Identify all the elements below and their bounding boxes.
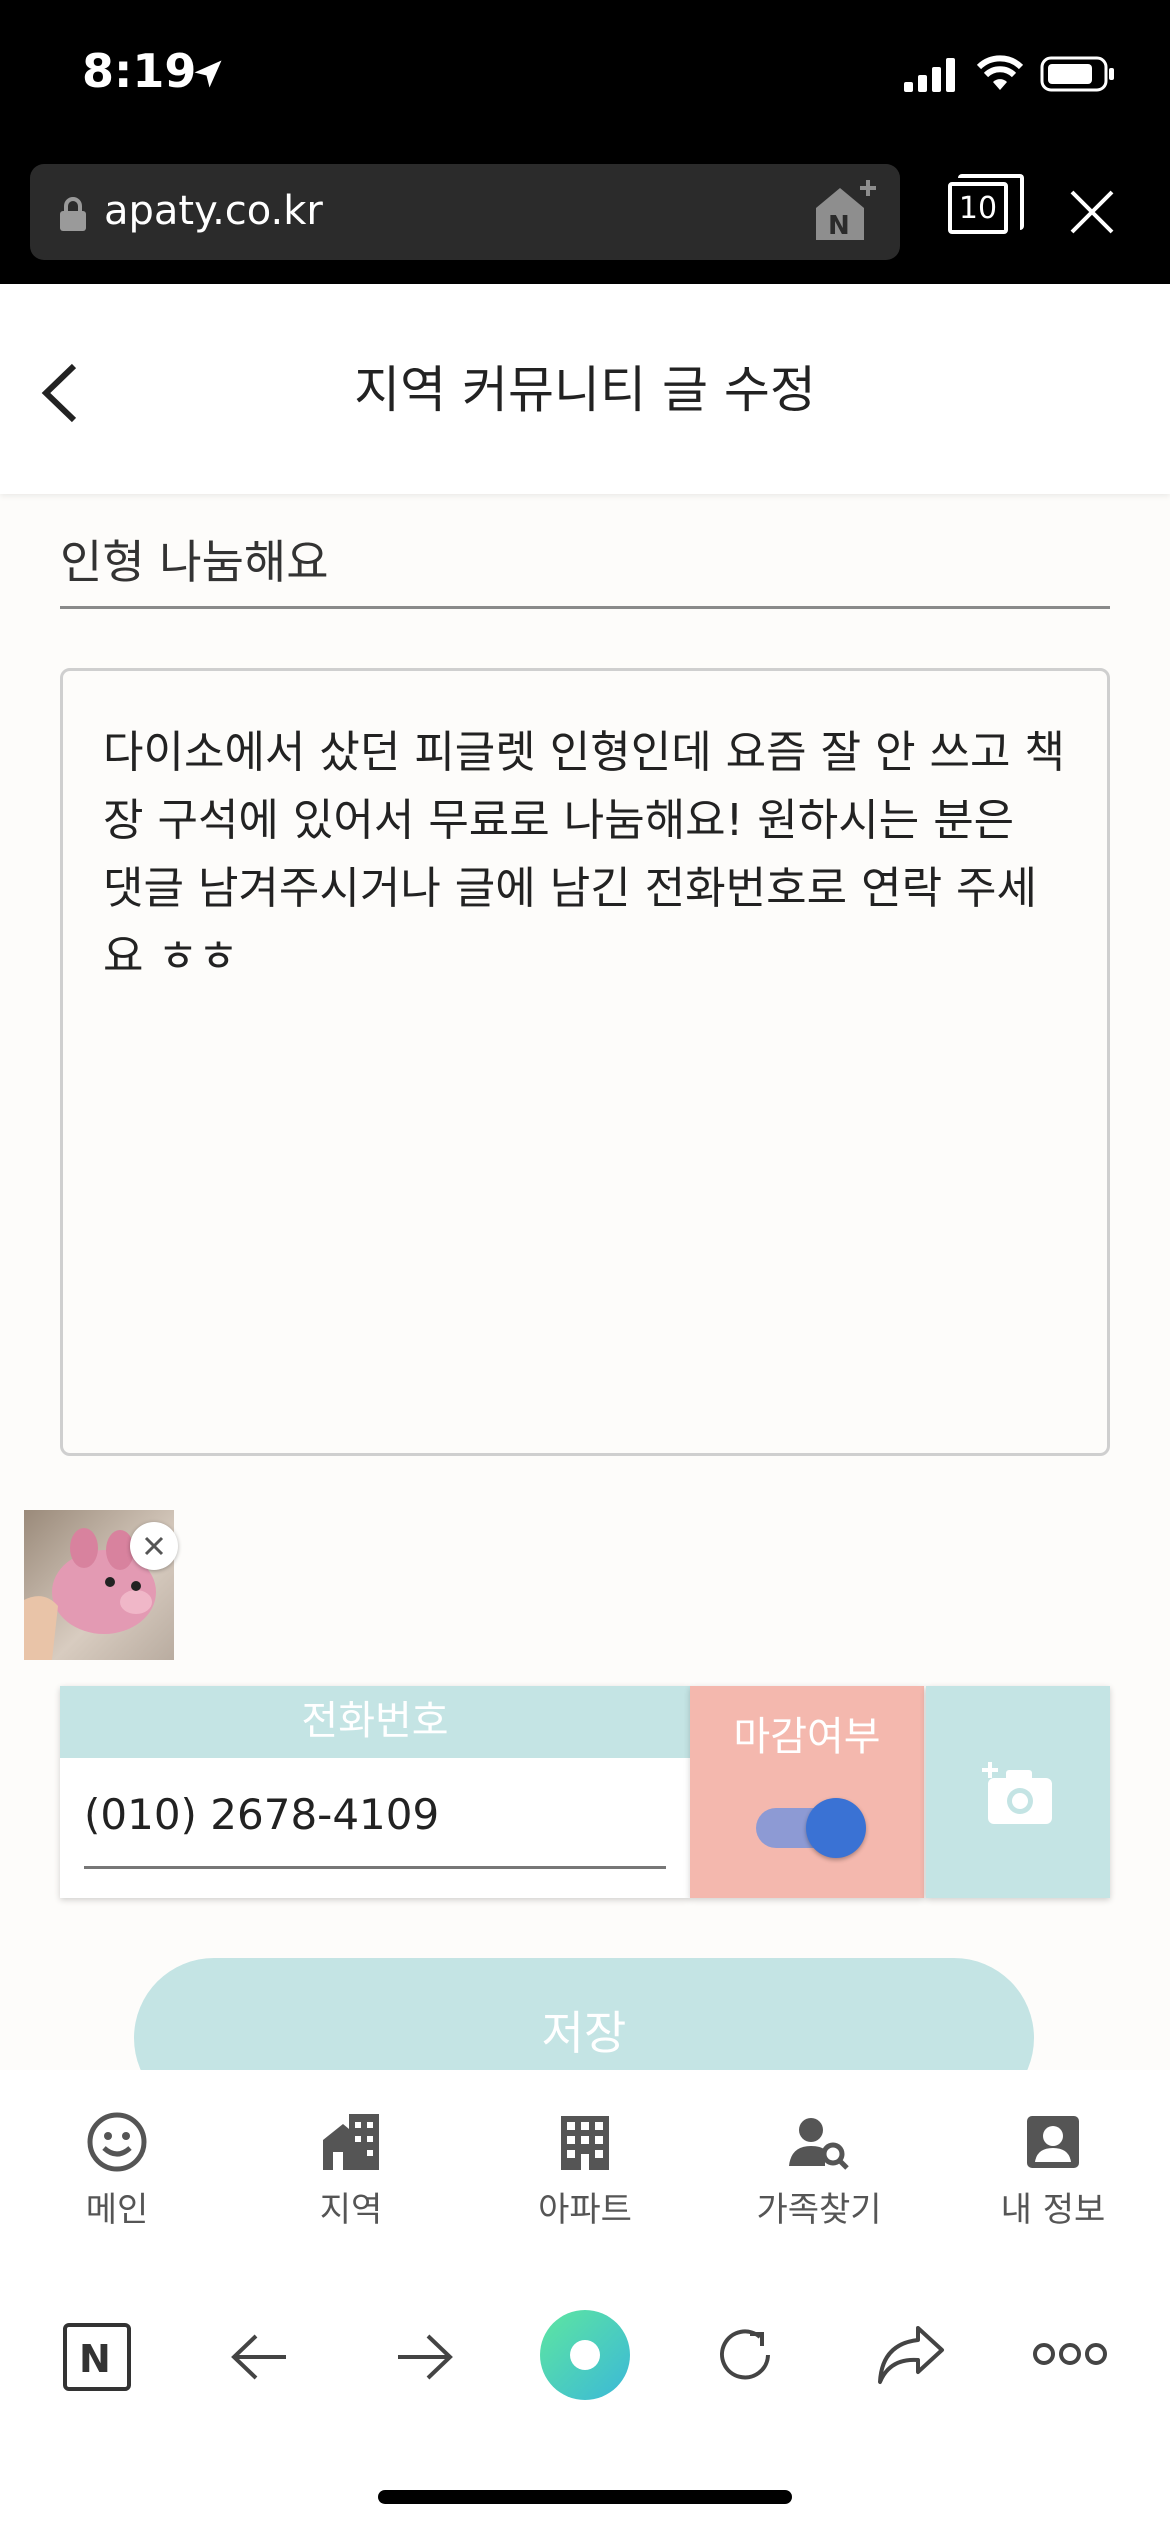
back-icon[interactable] — [230, 2330, 290, 2384]
post-content-textarea[interactable]: 다이소에서 샀던 피글렛 인형인데 요즘 잘 안 쓰고 책장 구석에 있어서 무… — [60, 668, 1110, 1456]
add-photo-icon — [982, 1762, 1052, 1824]
close-icon — [144, 1536, 164, 1556]
home-indicator — [378, 2490, 792, 2504]
phone-label: 전화번호 — [60, 1686, 690, 1758]
location-arrow-icon — [194, 60, 222, 88]
nav-label-apartment: 아파트 — [538, 2190, 632, 2230]
share-icon[interactable] — [876, 2322, 946, 2386]
apartment-icon — [561, 2116, 609, 2170]
svg-text:N: N — [79, 2337, 111, 2381]
region-house-icon — [323, 2114, 379, 2170]
phone-number-input[interactable]: (010) 2678-4109 — [84, 1790, 666, 1869]
family-search-icon — [789, 2118, 849, 2170]
smiley-icon — [87, 2112, 147, 2172]
profile-icon — [1027, 2116, 1079, 2168]
battery-icon — [1040, 56, 1114, 92]
remove-photo-button[interactable] — [130, 1522, 178, 1570]
nav-label-family-search: 가족찾기 — [756, 2190, 882, 2230]
url-text[interactable]: apaty.co.kr — [104, 188, 323, 234]
nav-label-profile: 내 정보 — [1000, 2190, 1106, 2230]
forward-icon[interactable] — [394, 2330, 454, 2384]
nav-item-main[interactable]: 메인 — [0, 2110, 234, 2231]
closed-toggle-switch[interactable] — [806, 1798, 866, 1858]
wifi-icon — [976, 55, 1024, 90]
status-time: 8:19 — [82, 44, 197, 98]
tabs-count-button[interactable]: 10 — [948, 174, 1024, 234]
closed-label: 마감여부 — [733, 1714, 881, 1760]
svg-text:N: N — [828, 211, 850, 241]
green-dot-icon[interactable] — [538, 2308, 632, 2402]
reload-icon[interactable] — [712, 2322, 778, 2388]
nav-item-family-search[interactable]: 가족찾기 — [702, 2110, 936, 2231]
nav-item-apartment[interactable]: 아파트 — [468, 2110, 702, 2231]
lock-icon — [60, 197, 86, 231]
close-icon[interactable] — [1068, 188, 1116, 236]
more-icon[interactable] — [1032, 2340, 1108, 2368]
add-to-home-icon[interactable]: N — [812, 178, 882, 242]
nav-label-region: 지역 — [319, 2190, 383, 2230]
cellular-signal-icon — [904, 58, 955, 92]
post-title-input[interactable]: 인형 나눔해요 — [60, 526, 1110, 609]
page-title: 지역 커뮤니티 글 수정 — [354, 361, 816, 419]
naver-home-icon[interactable]: N — [62, 2322, 132, 2392]
nav-item-profile[interactable]: 내 정보 — [936, 2110, 1170, 2231]
nav-label-main: 메인 — [85, 2190, 149, 2230]
nav-item-region[interactable]: 지역 — [234, 2110, 468, 2231]
